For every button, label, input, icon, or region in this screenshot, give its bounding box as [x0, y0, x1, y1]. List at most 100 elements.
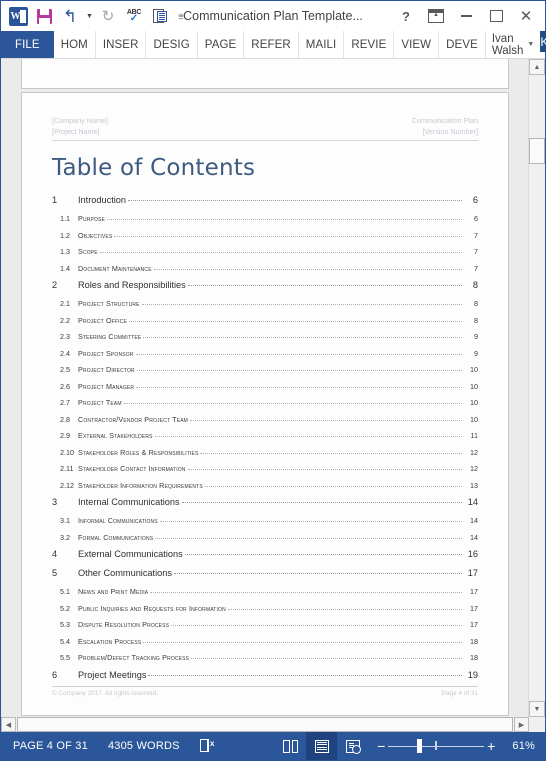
toc-entry[interactable]: 2.10 Stakeholder Roles & Responsibilities…: [52, 448, 478, 457]
zoom-thumb[interactable]: [417, 739, 423, 753]
toc-entry[interactable]: 4 External Communications 16: [52, 549, 478, 559]
tab-page-layout[interactable]: PAGE: [198, 31, 245, 58]
toc-entry[interactable]: 1.3 Scope 7: [52, 247, 478, 256]
tab-mailings[interactable]: MAILI: [299, 31, 345, 58]
account-menu[interactable]: Ivan Walsh ▼: [486, 31, 540, 58]
toc-entry[interactable]: 2.8 Contractor/Vendor Project Team 10: [52, 415, 478, 424]
save-icon[interactable]: [31, 3, 57, 29]
toc-entry[interactable]: 6 Project Meetings 19: [52, 670, 478, 680]
proofing-errors-icon[interactable]: x: [190, 732, 224, 760]
toc-leader-dots: [150, 592, 462, 593]
toc-entry[interactable]: 2.2 Project Office 8: [52, 316, 478, 325]
toc-entry[interactable]: 2.9 External Stakeholders 11: [52, 431, 478, 440]
toc-entry[interactable]: 5.5 Problem/Defect Tracking Process 18: [52, 653, 478, 662]
toc-entry[interactable]: 1.1 Purpose 6: [52, 214, 478, 223]
zoom-track[interactable]: [388, 739, 485, 753]
toc-leader-dots: [99, 252, 462, 253]
horizontal-scrollbar[interactable]: ◀ ▶: [1, 717, 529, 732]
tab-file[interactable]: FILE: [1, 31, 54, 58]
toc-leader-dots: [187, 285, 462, 286]
toc-entry[interactable]: 2.11 Stakeholder Contact Information 12: [52, 464, 478, 473]
customize-qat-icon[interactable]: ⩸: [173, 3, 189, 29]
document-header: [Company Name] [Project Name] Communicat…: [52, 93, 478, 141]
close-button[interactable]: ✕: [511, 3, 541, 29]
toc-entry[interactable]: 5.4 Escalation Process 18: [52, 637, 478, 646]
tab-home[interactable]: HOM: [54, 31, 96, 58]
vertical-scrollbar[interactable]: ▲ ▼: [528, 59, 545, 717]
toc-leader-dots: [154, 436, 462, 437]
view-mode-buttons: − + 61%: [275, 732, 545, 760]
toc-leader-dots: [106, 219, 462, 220]
toc-entry[interactable]: 2.6 Project Manager 10: [52, 382, 478, 391]
zoom-slider[interactable]: − +: [368, 739, 504, 753]
scroll-left-icon[interactable]: ◀: [1, 717, 16, 732]
toc-entry-number: 5: [52, 568, 58, 578]
toc-entry[interactable]: 5.3 Dispute Resolution Process 17: [52, 620, 478, 629]
toc-entry[interactable]: 3 Internal Communications 14: [52, 497, 478, 507]
tab-insert[interactable]: INSER: [96, 31, 147, 58]
toc-entry-page: 10: [470, 365, 478, 374]
minimize-button[interactable]: [451, 3, 481, 29]
zoom-in-button[interactable]: +: [484, 739, 498, 753]
tab-developer[interactable]: DEVE: [439, 31, 486, 58]
tab-references[interactable]: REFER: [244, 31, 299, 58]
toc-entry[interactable]: 3.2 Formal Communications 14: [52, 533, 478, 542]
toc-entry[interactable]: 1.2 Objectives 7: [52, 231, 478, 240]
toc-entry[interactable]: 2.5 Project Director 10: [52, 365, 478, 374]
tab-design[interactable]: DESIG: [146, 31, 198, 58]
toc-entry-page: 18: [470, 636, 478, 646]
toc-entry-text: Project Meetings: [78, 669, 147, 680]
document-page[interactable]: [Company Name] [Project Name] Communicat…: [21, 92, 509, 716]
toc-entry-page: 10: [470, 381, 478, 391]
toc-entry[interactable]: 2.12 Stakeholder Information Requirements…: [52, 481, 478, 490]
toc-entry[interactable]: 1.4 Document Maintenance 7: [52, 264, 478, 273]
zoom-out-button[interactable]: −: [374, 739, 388, 753]
print-layout-button[interactable]: [306, 732, 338, 760]
document-canvas[interactable]: [Company Name] [Project Name] Communicat…: [1, 59, 529, 717]
word-count[interactable]: 4305 WORDS: [98, 732, 190, 760]
undo-dropdown-icon[interactable]: ▼: [83, 3, 95, 29]
horizontal-scroll-thumb[interactable]: [17, 717, 513, 732]
vertical-scroll-thumb[interactable]: [529, 138, 545, 164]
page-indicator[interactable]: PAGE 4 OF 31: [1, 732, 98, 760]
tab-review[interactable]: REVIE: [344, 31, 395, 58]
ribbon-display-options-icon[interactable]: [421, 3, 451, 29]
toc-entry-page: 6: [472, 195, 478, 205]
toc-entry[interactable]: 2.7 Project Team 10: [52, 398, 478, 407]
toc-entry[interactable]: 2.4 Project Sponsor 9: [52, 349, 478, 358]
toc-entry[interactable]: 5 Other Communications 17: [52, 568, 478, 578]
word-logo-icon[interactable]: W: [5, 3, 31, 29]
toc-leader-dots: [123, 403, 462, 404]
avatar[interactable]: K: [540, 31, 546, 52]
toc-entry-page: 7: [474, 230, 478, 240]
scroll-right-icon[interactable]: ▶: [514, 717, 529, 732]
toc-entry-number: 2.1: [60, 299, 70, 308]
zoom-level[interactable]: 61%: [504, 740, 545, 752]
toc-entry[interactable]: 5.2 Public Inquiries and Requests for Inf…: [52, 604, 478, 613]
toc-entry-number: 2.10: [60, 447, 74, 457]
page-title: Table of Contents: [52, 155, 256, 181]
tab-view[interactable]: VIEW: [394, 31, 440, 58]
toc-leader-dots: [187, 469, 462, 470]
redo-icon[interactable]: ↻: [95, 3, 121, 29]
undo-icon[interactable]: ↰: [57, 3, 83, 29]
spelling-icon[interactable]: ABC ✓: [121, 3, 147, 29]
toc-entry-page: 8: [472, 280, 478, 290]
toc-leader-dots: [184, 554, 462, 555]
toc-entry[interactable]: 2.3 Steering Committee 9: [52, 332, 478, 341]
toc-entry-text: Objectives: [78, 230, 113, 240]
print-preview-icon[interactable]: [147, 3, 173, 29]
scroll-up-icon[interactable]: ▲: [529, 59, 545, 75]
scroll-down-icon[interactable]: ▼: [529, 701, 545, 717]
toc-entry[interactable]: 3.1 Informal Communications 14: [52, 516, 478, 525]
toc-entry[interactable]: 2 Roles and Responsibilities 8: [52, 280, 478, 290]
toc-entry[interactable]: 5.1 News and Print Media 17: [52, 587, 478, 596]
toc-entry[interactable]: 2.1 Project Structure 8: [52, 299, 478, 308]
restore-button[interactable]: [481, 3, 511, 29]
toc-leader-dots: [141, 304, 462, 305]
help-icon[interactable]: ?: [391, 3, 421, 29]
read-mode-button[interactable]: [275, 732, 306, 760]
toc-entry[interactable]: 1 Introduction 6: [52, 195, 478, 205]
web-layout-button[interactable]: [337, 732, 368, 760]
toc-entry-text: External Stakeholders: [78, 431, 153, 440]
